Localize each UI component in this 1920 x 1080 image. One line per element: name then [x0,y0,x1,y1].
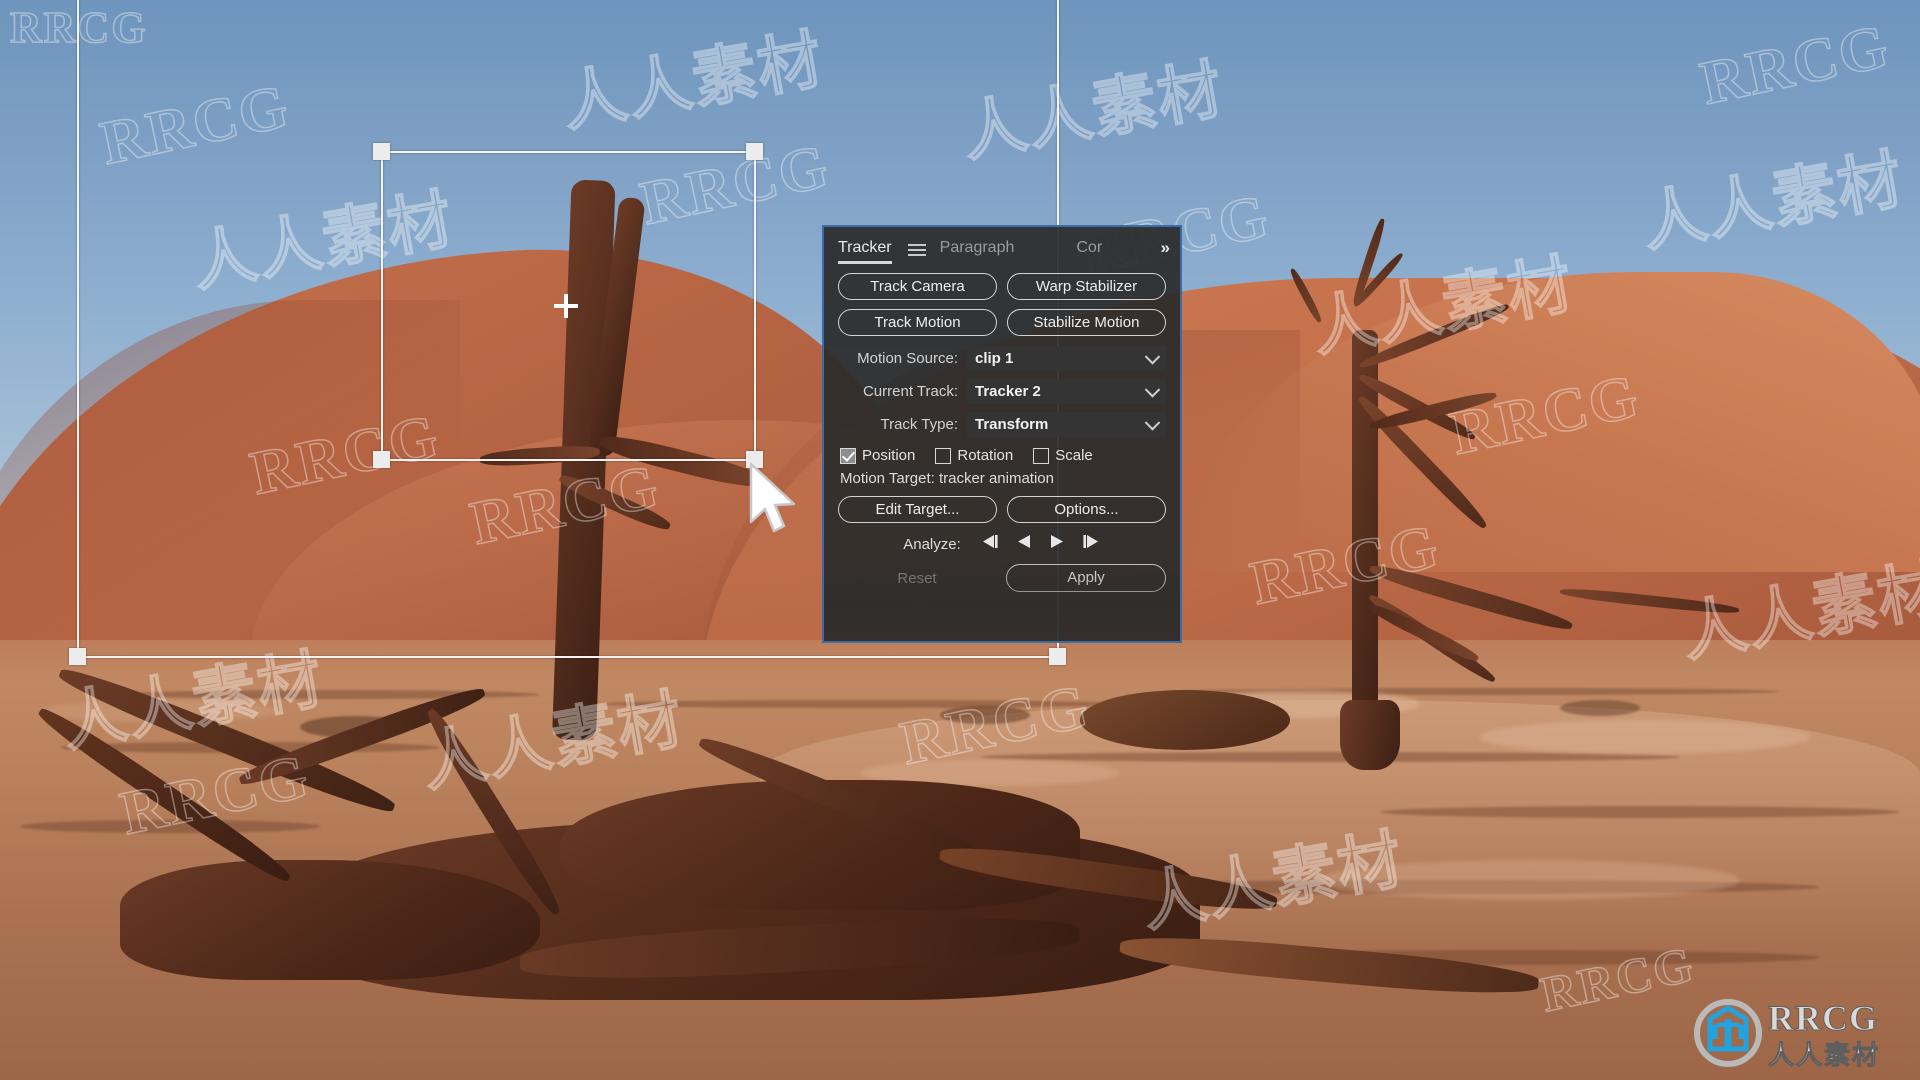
track-type-value: Transform [975,416,1049,433]
current-track-label: Current Track: [862,383,958,400]
rrcg-mark-icon [1694,999,1762,1067]
double-chevron-right-icon[interactable]: » [1161,238,1171,258]
motion-source-label: Motion Source: [857,350,958,367]
motion-target-label: Motion Target: tracker animation [840,470,1054,487]
track-region-top-edge[interactable] [381,151,756,153]
panel-body: Track Camera Warp Stabilizer Track Motio… [824,269,1180,592]
tab-paragraph[interactable]: Paragraph [940,239,1015,264]
dead-tree-right [1352,330,1378,750]
analyze-1-frame-backward-button[interactable] [980,534,999,554]
motion-source-select[interactable]: clip 1 [967,346,1166,371]
transform-options-row: Position Rotation Scale [840,447,1166,464]
track-region-bottom-edge[interactable] [381,459,756,461]
rrcg-logo: RRCG 人人素材 [1690,995,1910,1073]
track-region-handle-top-left[interactable] [373,143,390,160]
reset-button[interactable]: Reset [838,570,996,587]
track-region-right-edge[interactable] [754,151,756,461]
analyze-row: Analyze: [838,534,1166,554]
logo-subtitle-text: 人人素材 [1767,1041,1881,1072]
panel-tab-bar: Tracker Paragraph Cor » [824,227,1180,269]
tab-content[interactable]: Cor [1076,239,1102,264]
track-region-handle-bottom-right[interactable] [746,451,763,468]
bbox-left-edge[interactable] [77,0,79,660]
bbox-handle-bottom-left[interactable] [69,648,86,665]
target-button-row: Edit Target... Options... [838,496,1166,523]
track-type-label: Track Type: [880,416,958,433]
current-track-row: Current Track: Tracker 2 [838,378,1166,405]
hamburger-menu-icon[interactable] [907,241,926,259]
chevron-down-icon [1144,381,1161,398]
tab-paragraph-label: Paragraph [939,238,1015,256]
rotation-checkbox[interactable] [935,447,952,464]
panel-footer: Reset Apply [838,564,1166,592]
track-camera-button[interactable]: Track Camera [838,273,997,300]
chevron-down-icon [1144,348,1161,365]
track-region-left-edge[interactable] [381,151,383,461]
track-button-row-1: Track Camera Warp Stabilizer [838,273,1166,300]
screen: RRCG RRCG 人人素材 RRCG 人人素材 RRCG 人人素材 RRCG … [0,0,1920,1080]
tab-tracker[interactable]: Tracker [838,239,892,264]
tab-tracker-label: Tracker [838,238,892,256]
bbox-bottom-edge[interactable] [77,656,1059,658]
motion-source-value: clip 1 [975,350,1014,367]
current-track-select[interactable]: Tracker 2 [967,379,1166,404]
options-button[interactable]: Options... [1007,496,1166,523]
stabilize-motion-button[interactable]: Stabilize Motion [1007,309,1166,336]
warp-stabilizer-button[interactable]: Warp Stabilizer [1007,273,1166,300]
analyze-forward-button[interactable] [1049,534,1065,554]
current-track-value: Tracker 2 [975,383,1041,400]
track-region-handle-top-right[interactable] [746,143,763,160]
track-motion-button[interactable]: Track Motion [838,309,997,336]
analyze-1-frame-forward-button[interactable] [1082,534,1101,554]
analyze-backward-button[interactable] [1016,534,1032,554]
edit-target-button[interactable]: Edit Target... [838,496,997,523]
tab-content-label: Cor [1076,238,1103,256]
bbox-handle-bottom-right[interactable] [1049,648,1066,665]
tracker-panel[interactable]: Tracker Paragraph Cor » Track Camera War… [822,225,1182,643]
analyze-label: Analyze: [903,535,961,553]
track-type-row: Track Type: Transform [838,411,1166,438]
scale-checkbox[interactable] [1033,447,1050,464]
position-checkbox[interactable] [840,447,856,464]
attach-point-crosshair[interactable] [564,294,568,318]
apply-button[interactable]: Apply [1006,564,1166,592]
rotation-label: Rotation [957,447,1014,464]
scale-label: Scale [1055,447,1093,464]
track-button-row-2: Track Motion Stabilize Motion [838,309,1166,336]
position-label: Position [862,447,916,464]
motion-source-row: Motion Source: clip 1 [838,345,1166,372]
track-region-handle-bottom-left[interactable] [373,451,390,468]
chevron-down-icon [1144,414,1161,431]
track-type-select[interactable]: Transform [967,412,1166,437]
logo-brand-text: RRCG [1768,998,1878,1039]
